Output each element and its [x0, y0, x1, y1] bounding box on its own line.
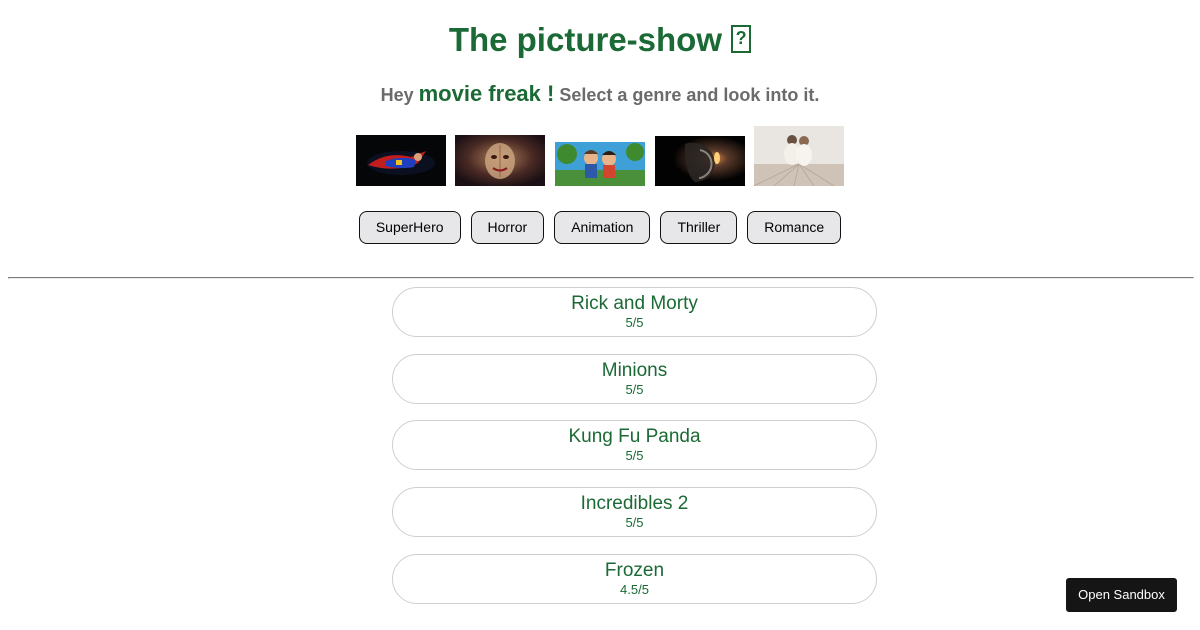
tagline-suffix: Select a genre and look into it.: [554, 85, 820, 105]
tagline-highlight: movie freak !: [418, 81, 555, 106]
movie-rating: 4.5/5: [620, 581, 649, 597]
movie-card: Incredibles 2 5/5: [392, 487, 877, 538]
open-sandbox-button[interactable]: Open Sandbox: [1066, 578, 1177, 612]
couple-image: [754, 126, 844, 186]
cartoon-kids-image: [555, 142, 645, 186]
movie-title: Rick and Morty: [571, 293, 698, 314]
flying-hero-image: [356, 135, 446, 186]
genre-thumbnails: [356, 126, 846, 188]
romance-thumbnail: [754, 126, 844, 186]
genre-button-group: SuperHero Horror Animation Thriller Romance: [0, 211, 1200, 244]
horror-thumbnail: [455, 135, 545, 186]
missing-glyph-icon: ?: [731, 25, 752, 54]
tagline-prefix: Hey: [380, 85, 419, 105]
movie-title: Frozen: [604, 559, 665, 581]
superhero-thumbnail: [356, 135, 446, 186]
page-title: The picture-show ?: [0, 18, 1200, 62]
movie-rating: 5/5: [625, 448, 644, 464]
section-divider: [8, 277, 1194, 279]
page: The picture-show ? Hey movie freak ! Sel…: [0, 0, 1200, 630]
movie-card: Frozen 4.5/5: [392, 553, 877, 604]
genre-button-romance[interactable]: Romance: [747, 211, 842, 244]
movie-title: Minions: [601, 359, 668, 381]
tagline: Hey movie freak ! Select a genre and loo…: [0, 80, 1200, 109]
movie-card: Rick and Morty 5/5: [392, 287, 877, 337]
genre-button-horror[interactable]: Horror: [470, 211, 545, 244]
movie-title: Incredibles 2: [580, 493, 689, 515]
movie-rating: 5/5: [625, 381, 644, 397]
movie-title: Kung Fu Panda: [568, 426, 701, 448]
clown-image: [455, 135, 545, 186]
animation-thumbnail: [555, 142, 645, 186]
movie-rating: 5/5: [625, 315, 644, 330]
movie-card: Minions 5/5: [392, 353, 877, 404]
genre-button-animation[interactable]: Animation: [554, 211, 651, 244]
page-title-text: The picture-show: [448, 21, 722, 58]
genre-button-thriller[interactable]: Thriller: [660, 211, 738, 244]
movie-list: Rick and Morty 5/5 Minions 5/5 Kung Fu P…: [392, 287, 877, 620]
movie-rating: 5/5: [625, 515, 644, 531]
dark-face-image: [655, 136, 745, 186]
genre-button-superhero[interactable]: SuperHero: [358, 211, 461, 244]
movie-card: Kung Fu Panda 5/5: [392, 420, 877, 471]
thriller-thumbnail: [655, 136, 745, 186]
